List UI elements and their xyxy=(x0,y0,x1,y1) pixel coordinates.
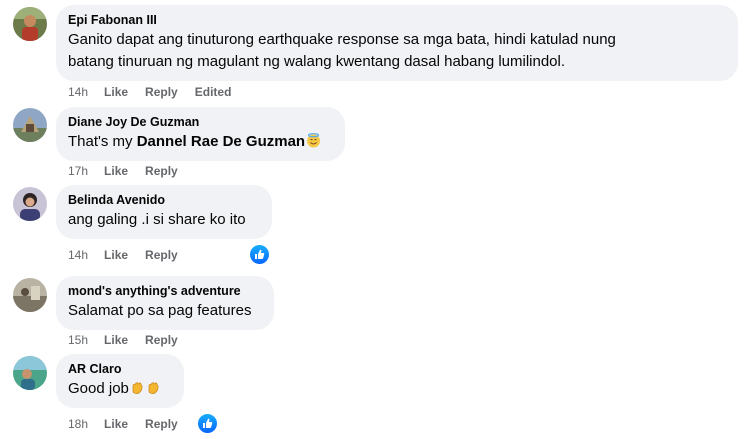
comment-text: Salamat po sa pag features xyxy=(68,302,252,319)
comment-author[interactable]: AR Claro xyxy=(68,361,172,378)
comment-actions: 15h Like Reply xyxy=(68,333,195,347)
comment-text: Ganito dapat ang tinuturong earthquake r… xyxy=(68,31,616,48)
comment-bubble: mond's anything's adventure Salamat po s… xyxy=(56,276,274,330)
comment-bubble: Belinda Avenido ang galing .i si share k… xyxy=(56,185,272,239)
smiling-face-with-halo-icon xyxy=(306,133,321,148)
comment-text: batang tinuruan ng magulant ng walang kw… xyxy=(68,53,566,70)
comment-timestamp[interactable]: 15h xyxy=(68,333,88,347)
like-button[interactable]: Like xyxy=(104,248,128,262)
comment-author[interactable]: Belinda Avenido xyxy=(68,192,260,209)
reply-button[interactable]: Reply xyxy=(145,417,178,431)
like-reaction-icon[interactable] xyxy=(248,243,271,266)
avatar[interactable] xyxy=(13,356,47,390)
like-button[interactable]: Like xyxy=(104,164,128,178)
comment-timestamp[interactable]: 14h xyxy=(68,85,88,99)
avatar[interactable] xyxy=(13,108,47,142)
avatar[interactable] xyxy=(13,187,47,221)
comment-text-body: Good job xyxy=(68,380,129,397)
clapping-hands-icon xyxy=(130,380,145,395)
comment-actions: 14h Like Reply Edited xyxy=(68,85,248,99)
avatar[interactable] xyxy=(13,278,47,312)
comment-bubble: AR Claro Good job xyxy=(56,354,184,408)
comment-timestamp[interactable]: 14h xyxy=(68,248,88,262)
comment-author[interactable]: Diane Joy De Guzman xyxy=(68,114,333,131)
comment-author[interactable]: mond's anything's adventure xyxy=(68,283,262,300)
comment-bubble: Diane Joy De Guzman That's my Dannel Rae… xyxy=(56,107,345,161)
like-button[interactable]: Like xyxy=(104,417,128,431)
reply-button[interactable]: Reply xyxy=(145,248,178,262)
comment-timestamp[interactable]: 18h xyxy=(68,417,88,431)
comment-text-body: That's my xyxy=(68,133,133,150)
reply-button[interactable]: Reply xyxy=(145,85,178,99)
comment-author[interactable]: Epi Fabonan III xyxy=(68,12,726,29)
reply-button[interactable]: Reply xyxy=(145,164,178,178)
comment-timestamp[interactable]: 17h xyxy=(68,164,88,178)
reply-button[interactable]: Reply xyxy=(145,333,178,347)
avatar[interactable] xyxy=(13,7,47,41)
clapping-hands-icon xyxy=(146,380,161,395)
comment-actions: 18h Like Reply xyxy=(68,417,195,431)
comment-actions: 14h Like Reply xyxy=(68,248,195,262)
like-reaction-icon[interactable] xyxy=(196,412,219,435)
edited-label[interactable]: Edited xyxy=(195,85,232,99)
comment-text: Good job xyxy=(68,378,172,400)
like-button[interactable]: Like xyxy=(104,333,128,347)
like-button[interactable]: Like xyxy=(104,85,128,99)
comment-text: ang galing .i si share ko ito xyxy=(68,211,246,228)
comment-actions: 17h Like Reply xyxy=(68,164,195,178)
comment-bubble: Epi Fabonan III Ganito dapat ang tinutur… xyxy=(56,5,738,81)
comment-text: That's my Dannel Rae De Guzman xyxy=(68,131,333,153)
mention-link[interactable]: Dannel Rae De Guzman xyxy=(137,133,305,150)
